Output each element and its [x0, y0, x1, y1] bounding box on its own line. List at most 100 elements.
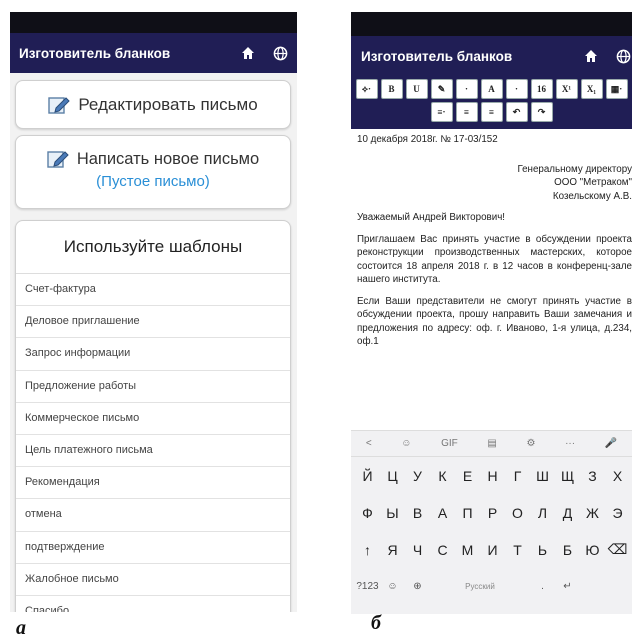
- keyboard-key[interactable]: ⊕: [405, 581, 430, 592]
- toolbar-row-1: ⟡· B U ✎ · A · 16 X¹ X₁ ▦·: [351, 79, 632, 99]
- toolbar-button[interactable]: ≡: [455, 102, 478, 122]
- keyboard-key[interactable]: ↵: [555, 581, 580, 592]
- keyboard-key[interactable]: В: [405, 505, 430, 521]
- editor-toolbar: ⟡· B U ✎ · A · 16 X¹ X₁ ▦· ≡· ≡ ≡ ↶ ↷: [351, 76, 632, 129]
- toolbar-button[interactable]: ·: [455, 79, 478, 99]
- toolbar-button[interactable]: U: [405, 79, 428, 99]
- suggestion-bar-button[interactable]: ▤: [487, 438, 496, 449]
- keyboard-key[interactable]: ↑: [355, 542, 380, 558]
- template-item[interactable]: отмена: [16, 499, 290, 532]
- template-item[interactable]: Счет-фактура: [16, 274, 290, 307]
- keyboard-key[interactable]: ☺: [380, 581, 405, 592]
- keyboard-suggestion-bar: < ☺ GIF ▤ ⚙ ··· 🎤: [351, 431, 632, 457]
- keyboard-key[interactable]: Ц: [380, 468, 405, 484]
- keyboard-key[interactable]: И: [480, 542, 505, 558]
- greeting: Уважаемый Андрей Викторович!: [357, 212, 506, 223]
- keyboard-key[interactable]: Р: [480, 505, 505, 521]
- toolbar-button[interactable]: A: [480, 79, 503, 99]
- suggestion-bar-button[interactable]: ···: [565, 438, 575, 449]
- edit-icon: [47, 151, 69, 168]
- toolbar-button[interactable]: ⟡·: [355, 79, 378, 99]
- template-item[interactable]: Предложение работы: [16, 371, 290, 403]
- toolbar-button[interactable]: ↷: [530, 102, 553, 122]
- keyboard-key[interactable]: О: [505, 505, 530, 521]
- keyboard-key[interactable]: Д: [555, 505, 580, 521]
- home-icon[interactable]: [582, 47, 600, 65]
- virtual-keyboard: < ☺ GIF ▤ ⚙ ··· 🎤 ЙЦУКЕНГШЩЗХ ФЫВАПРОЛДЖЭ ↑ Я Ч С…: [351, 430, 632, 614]
- template-item[interactable]: Деловое приглашение: [16, 306, 290, 339]
- app-title: Изготовитель бланков: [19, 45, 171, 61]
- suggestion-bar-button[interactable]: ☺: [401, 438, 411, 449]
- template-item[interactable]: Спасибо: [16, 596, 290, 612]
- toolbar-button[interactable]: ·: [505, 79, 528, 99]
- suggestion-bar-button[interactable]: <: [366, 438, 372, 449]
- space-key[interactable]: Русский: [430, 582, 530, 591]
- phone-b-screen: Изготовитель бланков ⟡· B U ✎ · A · 16 X¹ X₁ ▦· ≡·…: [351, 12, 632, 614]
- globe-icon[interactable]: [614, 47, 632, 65]
- keyboard-key[interactable]: .: [530, 581, 555, 592]
- keyboard-key[interactable]: Э: [605, 505, 630, 521]
- keyboard-key[interactable]: Л: [530, 505, 555, 521]
- template-item[interactable]: Рекомендация: [16, 467, 290, 500]
- keyboard-key[interactable]: Ю: [580, 542, 605, 558]
- template-item[interactable]: Коммерческое письмо: [16, 403, 290, 435]
- template-item[interactable]: Запрос информации: [16, 338, 290, 371]
- template-item[interactable]: Цель платежного письма: [16, 435, 290, 468]
- toolbar-button[interactable]: ✎: [430, 79, 453, 99]
- keyboard-key[interactable]: Ж: [580, 505, 605, 521]
- suggestion-bar-button[interactable]: 🎤: [605, 438, 617, 449]
- edit-letter-label: Редактировать письмо: [78, 94, 258, 114]
- keyboard-key[interactable]: М: [455, 542, 480, 558]
- keyboard-key[interactable]: Н: [480, 468, 505, 484]
- toolbar-button[interactable]: X¹: [555, 79, 578, 99]
- suggestion-bar-button[interactable]: ⚙: [527, 438, 536, 449]
- keyboard-key[interactable]: Т: [505, 542, 530, 558]
- date-line: 10 декабря 2018г. № 17-03/152: [357, 134, 498, 145]
- keyboard-row-3: ↑ Я Ч С М И Т Ь Б Ю ⌫: [351, 531, 632, 568]
- globe-icon[interactable]: [271, 44, 289, 62]
- keyboard-key[interactable]: С: [430, 542, 455, 558]
- templates-title: Используйте шаблоны: [16, 221, 290, 274]
- new-letter-label: Написать новое письмо: [76, 149, 260, 168]
- keyboard-key[interactable]: З: [580, 468, 605, 484]
- keyboard-key[interactable]: П: [455, 505, 480, 521]
- keyboard-row-4: ?123 ☺ ⊕ Русский. ↵: [351, 568, 632, 605]
- new-letter-button[interactable]: Написать новое письмо (Пустое письмо): [15, 135, 291, 209]
- toolbar-button[interactable]: 16: [530, 79, 553, 99]
- suggestion-bar-button[interactable]: GIF: [441, 438, 458, 449]
- home-icon[interactable]: [239, 44, 257, 62]
- keyboard-key[interactable]: А: [430, 505, 455, 521]
- toolbar-button[interactable]: ≡·: [430, 102, 453, 122]
- keyboard-key[interactable]: Ф: [355, 505, 380, 521]
- keyboard-key[interactable]: У: [405, 468, 430, 484]
- keyboard-row-2: ФЫВАПРОЛДЖЭ: [351, 494, 632, 531]
- keyboard-key[interactable]: ?123: [355, 581, 380, 592]
- toolbar-button[interactable]: ↶: [505, 102, 528, 122]
- keyboard-key[interactable]: Ы: [380, 505, 405, 521]
- keyboard-key[interactable]: Е: [455, 468, 480, 484]
- keyboard-key[interactable]: Я: [380, 542, 405, 558]
- toolbar-button[interactable]: ≡: [480, 102, 503, 122]
- toolbar-button[interactable]: B: [380, 79, 403, 99]
- toolbar-row-2: ≡· ≡ ≡ ↶ ↷: [351, 102, 632, 122]
- template-item[interactable]: подтверждение: [16, 532, 290, 564]
- keyboard-key[interactable]: Щ: [555, 468, 580, 484]
- keyboard-key[interactable]: ⌫: [605, 541, 630, 558]
- template-item[interactable]: Жалобное письмо: [16, 564, 290, 596]
- keyboard-key[interactable]: Х: [605, 468, 630, 484]
- figure-label-b: б: [371, 612, 381, 634]
- templates-panel: Используйте шаблоны Счет-фактура Деловое …: [15, 220, 291, 612]
- keyboard-key[interactable]: Ь: [530, 542, 555, 558]
- edit-letter-button[interactable]: Редактировать письмо: [15, 80, 291, 129]
- app-bar: Изготовитель бланков: [10, 33, 297, 73]
- keyboard-key[interactable]: Ч: [405, 542, 430, 558]
- letter-editor[interactable]: 10 декабря 2018г. № 17-03/152 Генерально…: [351, 129, 632, 349]
- keyboard-key[interactable]: Й: [355, 468, 380, 484]
- keyboard-key[interactable]: Ш: [530, 468, 555, 484]
- toolbar-button[interactable]: X₁: [580, 79, 603, 99]
- toolbar-button[interactable]: ▦·: [605, 79, 628, 99]
- keyboard-key[interactable]: Г: [505, 468, 530, 484]
- keyboard-key[interactable]: Б: [555, 542, 580, 558]
- keyboard-key[interactable]: К: [430, 468, 455, 484]
- recipient-line-3: Козельскому А.В.: [552, 190, 632, 202]
